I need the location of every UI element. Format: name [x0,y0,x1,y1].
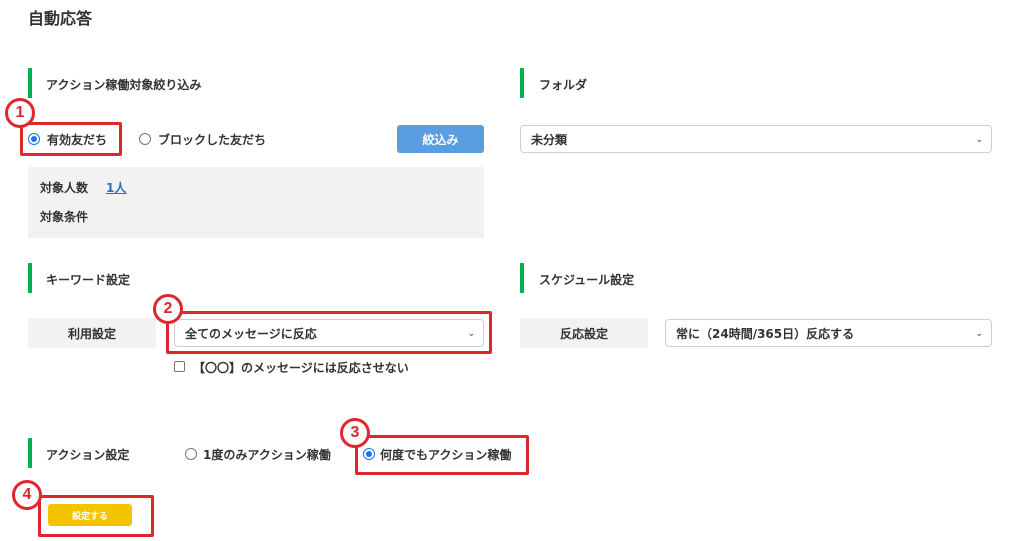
annotation-highlight-4 [38,495,154,537]
target-count-link[interactable]: 1人 [106,179,126,196]
usage-setting-label: 利用設定 [28,318,156,348]
page-title: 自動応答 [28,9,93,28]
schedule-select[interactable]: 常に（24時間/365日）反応する ⌄ [665,319,992,347]
keyword-section-title: キーワード設定 [46,273,131,287]
exclude-keyword-label[interactable]: 【〇〇】のメッセージには反応させない [193,359,409,376]
target-count-label: 対象人数 [40,181,89,195]
annotation-badge-3: 3 [340,418,370,448]
schedule-select-value: 常に（24時間/365日）反応する [676,326,855,341]
radio-action-once[interactable] [185,448,197,460]
folder-select[interactable]: 未分類 ⌄ [520,125,992,153]
radio-blocked-friends[interactable] [139,133,151,145]
reaction-setting-label: 反応設定 [520,318,648,348]
section-accent-bar [28,263,32,293]
target-condition-label: 対象条件 [40,210,89,224]
folder-section-title: フォルダ [539,78,588,92]
filter-button[interactable]: 絞込み [397,125,484,153]
radio-action-once-label[interactable]: 1度のみアクション稼働 [203,446,331,463]
chevron-down-icon: ⌄ [975,329,983,339]
folder-select-value: 未分類 [531,132,568,147]
section-accent-bar [520,68,524,98]
annotation-badge-1: 1 [5,98,35,128]
annotation-highlight-3 [355,435,529,475]
annotation-badge-2: 2 [153,294,183,324]
filter-section-title: アクション稼働対象絞り込み [46,78,202,92]
exclude-keyword-checkbox[interactable] [174,361,185,372]
section-accent-bar [28,438,32,468]
section-accent-bar [28,68,32,98]
chevron-down-icon: ⌄ [975,135,983,145]
radio-blocked-friends-label[interactable]: ブロックした友だち [158,131,266,148]
target-info-panel [28,167,484,238]
annotation-highlight-2 [166,311,492,354]
action-section-title: アクション設定 [46,448,130,462]
schedule-section-title: スケジュール設定 [539,273,635,287]
annotation-badge-4: 4 [12,480,42,510]
annotation-highlight-1 [20,122,122,156]
section-accent-bar [520,263,524,293]
